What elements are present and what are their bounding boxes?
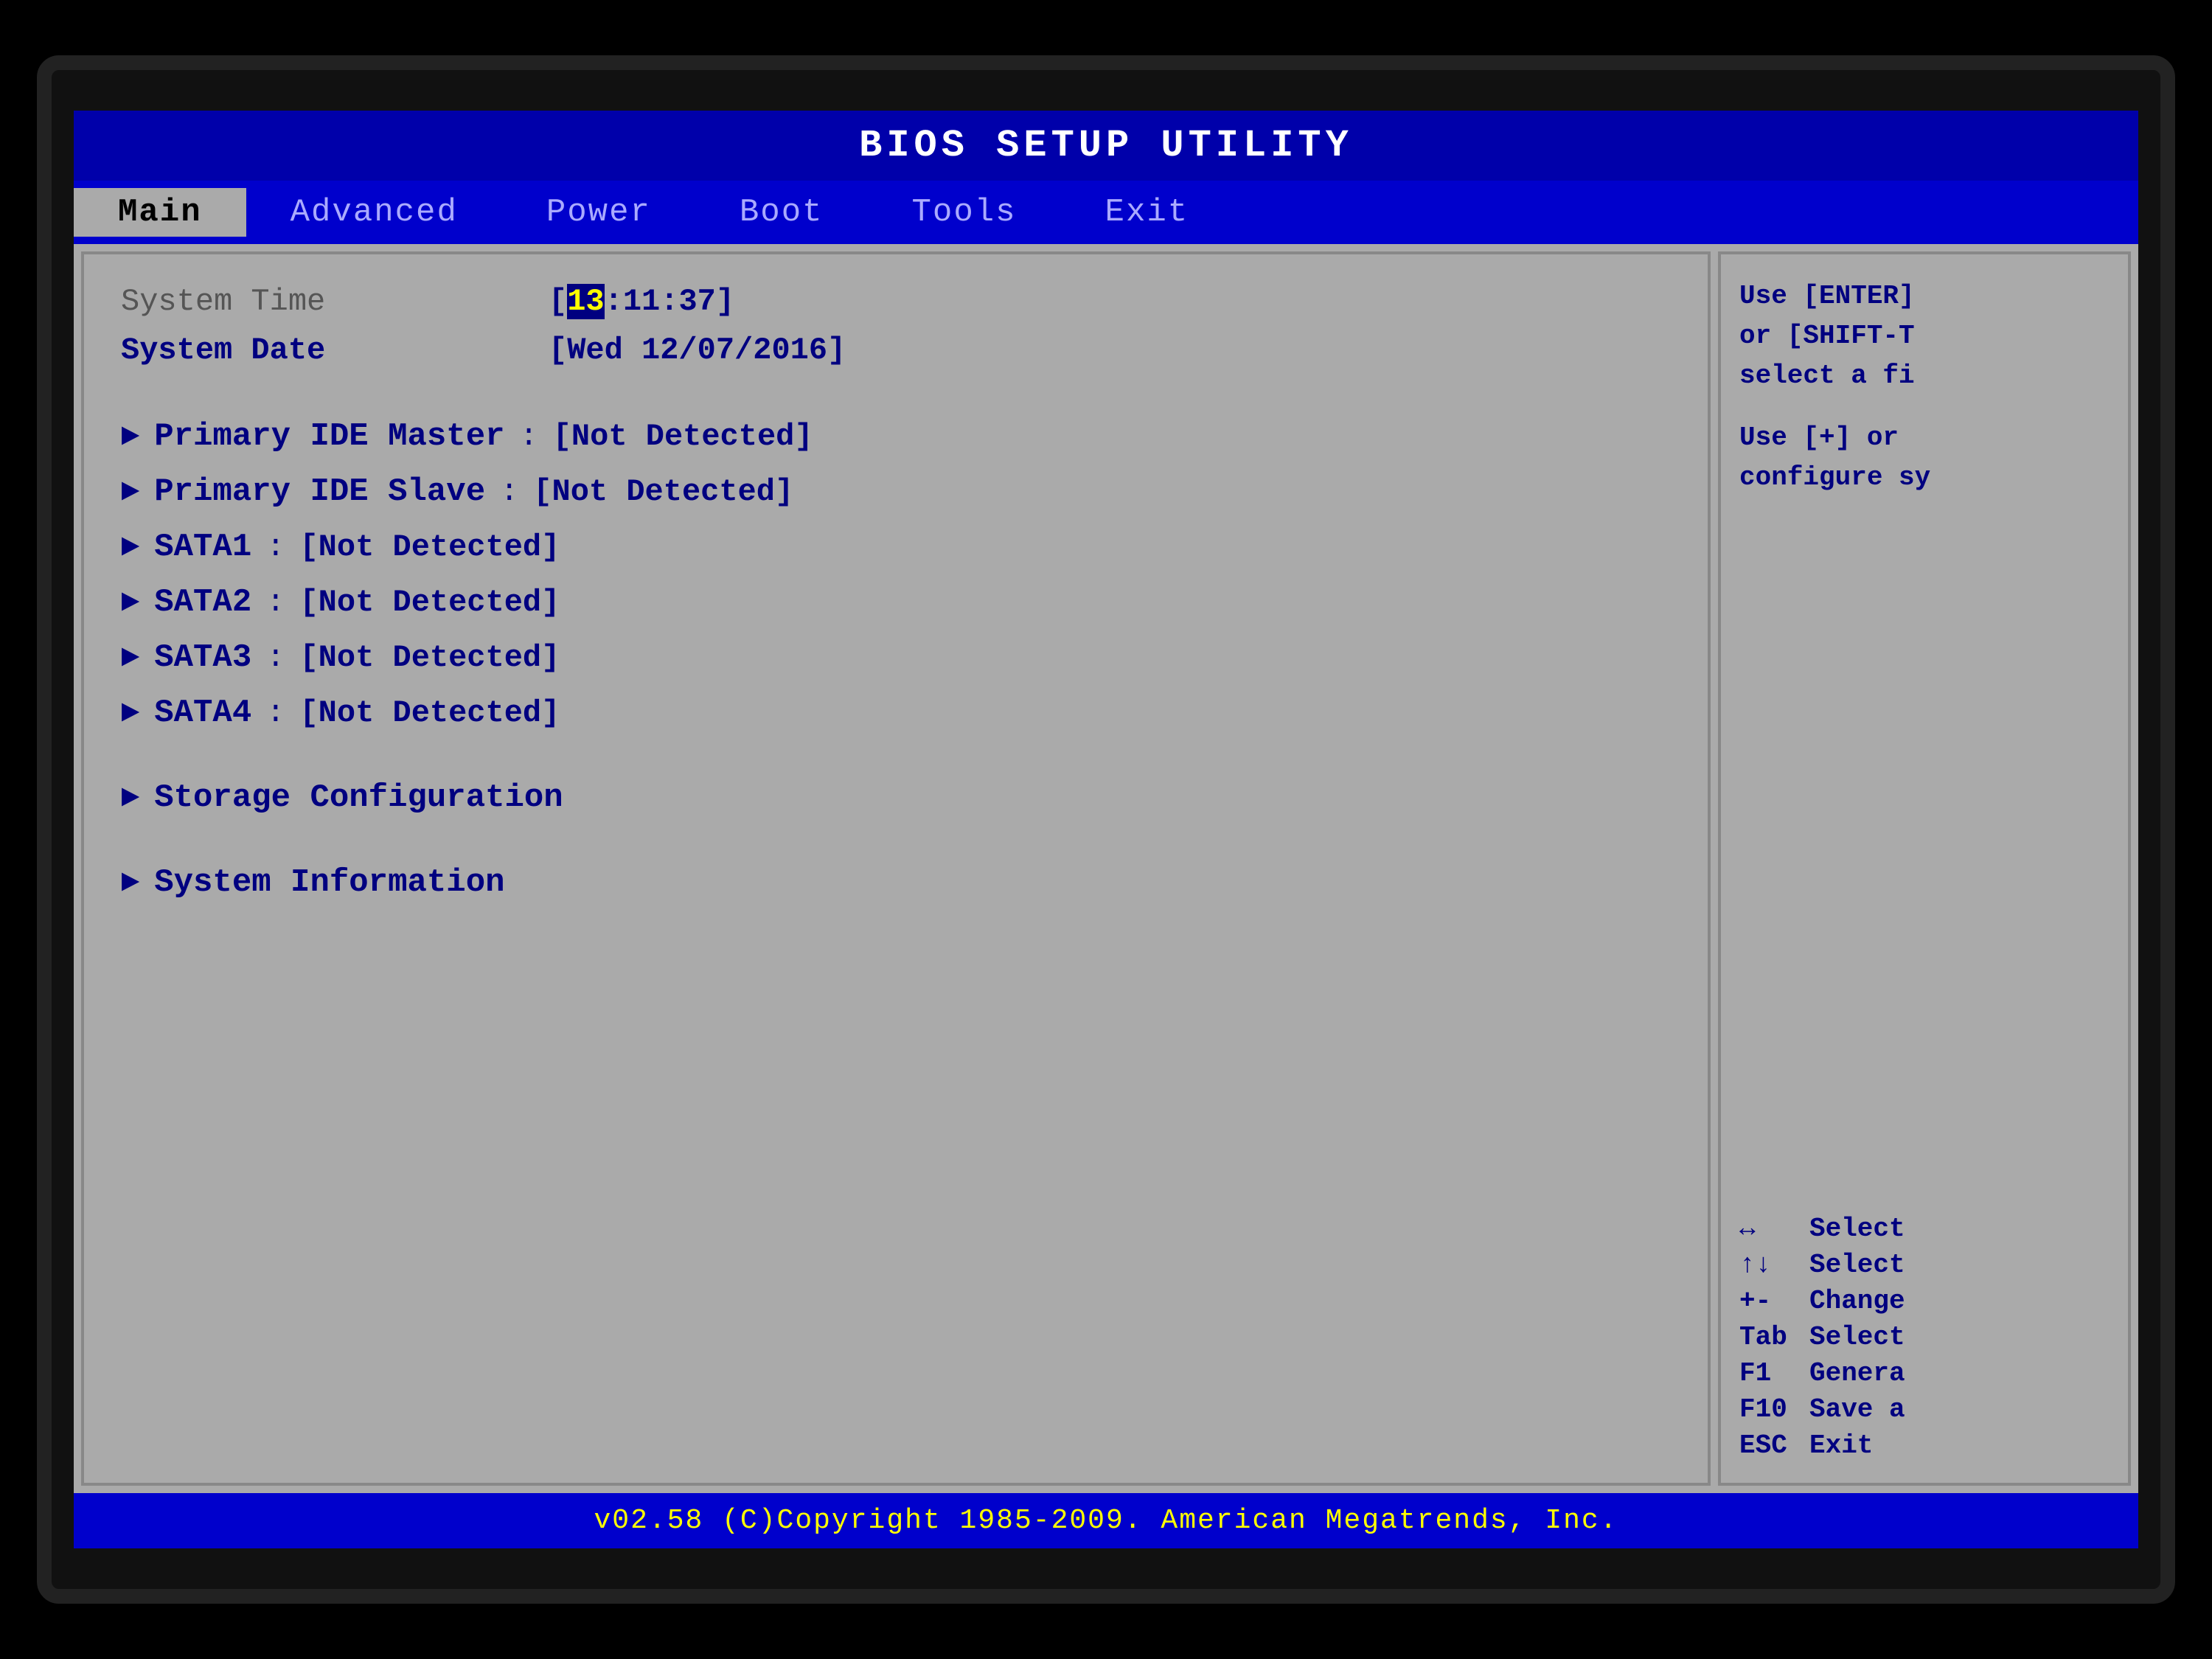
storage-config-arrow: ► — [121, 780, 139, 815]
sata4-arrow: ► — [121, 695, 139, 731]
sata2-colon: : — [266, 585, 285, 620]
sata1-colon: : — [266, 529, 285, 565]
sata4-value: [Not Detected] — [299, 695, 560, 731]
system-date-label: System Date — [121, 333, 549, 368]
bios-container: BIOS SETUP UTILITY Main Advanced Power B… — [74, 111, 2138, 1548]
key-hint-arrow-ud: ↑↓ Select — [1739, 1250, 2110, 1280]
menu-exit[interactable]: Exit — [1061, 188, 1234, 237]
key-hint-arrow-lr: ↔ Select — [1739, 1214, 2110, 1244]
sata3-label: SATA3 — [154, 639, 251, 676]
key-desc-ud: Select — [1809, 1250, 1905, 1280]
help-line5: Use [+] or — [1739, 418, 2110, 458]
help-text2: Use [+] or configure sy — [1739, 418, 2110, 498]
key-desc-f1: Genera — [1809, 1358, 1905, 1388]
time-selected-hour: 13 — [567, 284, 604, 319]
sata2-arrow: ► — [121, 585, 139, 620]
spacer3 — [121, 827, 1671, 849]
key-symbol-esc: ESC — [1739, 1430, 1798, 1461]
menu-main[interactable]: Main — [74, 188, 246, 237]
system-date-row: System Date [Wed 12/07/2016] — [121, 333, 1671, 368]
spacer2 — [121, 742, 1671, 765]
ide-master-label: Primary IDE Master — [154, 418, 504, 455]
ide-master-colon: : — [520, 419, 538, 454]
ide-master-row[interactable]: ► Primary IDE Master : [Not Detected] — [121, 418, 1671, 455]
system-time-label: System Time — [121, 284, 549, 319]
right-panel: Use [ENTER] or [SHIFT-T select a fi Use … — [1718, 251, 2131, 1486]
bios-title: BIOS SETUP UTILITY — [859, 124, 1353, 167]
key-hint-plusminus: +- Change — [1739, 1286, 2110, 1316]
sata2-row[interactable]: ► SATA2 : [Not Detected] — [121, 584, 1671, 621]
menu-power[interactable]: Power — [502, 188, 695, 237]
system-date-value: [Wed 12/07/2016] — [549, 333, 846, 368]
menu-bar: Main Advanced Power Boot Tools Exit — [74, 181, 2138, 244]
key-hint-f1: F1 Genera — [1739, 1358, 2110, 1388]
help-text: Use [ENTER] or [SHIFT-T select a fi — [1739, 276, 2110, 396]
ide-master-value: [Not Detected] — [553, 419, 813, 454]
sata3-row[interactable]: ► SATA3 : [Not Detected] — [121, 639, 1671, 676]
sata4-colon: : — [266, 695, 285, 731]
ide-slave-value: [Not Detected] — [533, 474, 793, 509]
sata1-row[interactable]: ► SATA1 : [Not Detected] — [121, 529, 1671, 566]
key-hint-f10: F10 Save a — [1739, 1394, 2110, 1425]
key-desc-f10: Save a — [1809, 1394, 1905, 1425]
storage-config-label: Storage Configuration — [154, 779, 563, 816]
key-hint-esc: ESC Exit — [1739, 1430, 2110, 1461]
footer-text: v02.58 (C)Copyright 1985-2009. American … — [594, 1505, 1618, 1537]
sata2-label: SATA2 — [154, 584, 251, 621]
help-line3: select a fi — [1739, 356, 2110, 396]
key-desc-plusminus: Change — [1809, 1286, 1905, 1316]
monitor: BIOS SETUP UTILITY Main Advanced Power B… — [37, 55, 2175, 1604]
key-symbol-f1: F1 — [1739, 1358, 1798, 1388]
system-time-row: System Time [13:11:37] — [121, 284, 1671, 319]
storage-config-row[interactable]: ► Storage Configuration — [121, 779, 1671, 816]
key-symbol-tab: Tab — [1739, 1322, 1798, 1352]
key-desc-lr: Select — [1809, 1214, 1905, 1244]
content-area: System Time [13:11:37] System Date [Wed … — [74, 244, 2138, 1493]
system-info-label: System Information — [154, 864, 504, 901]
sata1-arrow: ► — [121, 529, 139, 565]
menu-boot[interactable]: Boot — [695, 188, 868, 237]
system-info-row[interactable]: ► System Information — [121, 864, 1671, 901]
ide-slave-label: Primary IDE Slave — [154, 473, 485, 510]
ide-slave-row[interactable]: ► Primary IDE Slave : [Not Detected] — [121, 473, 1671, 510]
sata3-value: [Not Detected] — [299, 640, 560, 675]
sata3-arrow: ► — [121, 640, 139, 675]
sata4-label: SATA4 — [154, 695, 251, 731]
ide-master-arrow: ► — [121, 419, 139, 454]
help-divider — [1739, 520, 2110, 1214]
key-symbol-ud: ↑↓ — [1739, 1250, 1798, 1280]
help-line2: or [SHIFT-T — [1739, 316, 2110, 356]
system-info-arrow: ► — [121, 865, 139, 900]
key-desc-tab: Select — [1809, 1322, 1905, 1352]
menu-advanced[interactable]: Advanced — [246, 188, 502, 237]
sata3-colon: : — [266, 640, 285, 675]
screen: BIOS SETUP UTILITY Main Advanced Power B… — [74, 111, 2138, 1548]
key-hints: ↔ Select ↑↓ Select +- Change Tab — [1739, 1214, 2110, 1461]
sata2-value: [Not Detected] — [299, 585, 560, 620]
help-line6: configure sy — [1739, 458, 2110, 498]
key-desc-esc: Exit — [1809, 1430, 1873, 1461]
sata4-row[interactable]: ► SATA4 : [Not Detected] — [121, 695, 1671, 731]
footer: v02.58 (C)Copyright 1985-2009. American … — [74, 1493, 2138, 1548]
ide-slave-colon: : — [500, 474, 518, 509]
spacer1 — [121, 381, 1671, 403]
title-bar: BIOS SETUP UTILITY — [74, 111, 2138, 181]
help-line1: Use [ENTER] — [1739, 276, 2110, 316]
menu-tools[interactable]: Tools — [868, 188, 1061, 237]
key-symbol-lr: ↔ — [1739, 1214, 1798, 1244]
key-hint-tab: Tab Select — [1739, 1322, 2110, 1352]
sata1-value: [Not Detected] — [299, 529, 560, 565]
main-panel: System Time [13:11:37] System Date [Wed … — [81, 251, 1711, 1486]
system-time-value: [13:11:37] — [549, 284, 734, 319]
sata1-label: SATA1 — [154, 529, 251, 566]
key-symbol-plusminus: +- — [1739, 1286, 1798, 1316]
key-symbol-f10: F10 — [1739, 1394, 1798, 1425]
ide-slave-arrow: ► — [121, 474, 139, 509]
